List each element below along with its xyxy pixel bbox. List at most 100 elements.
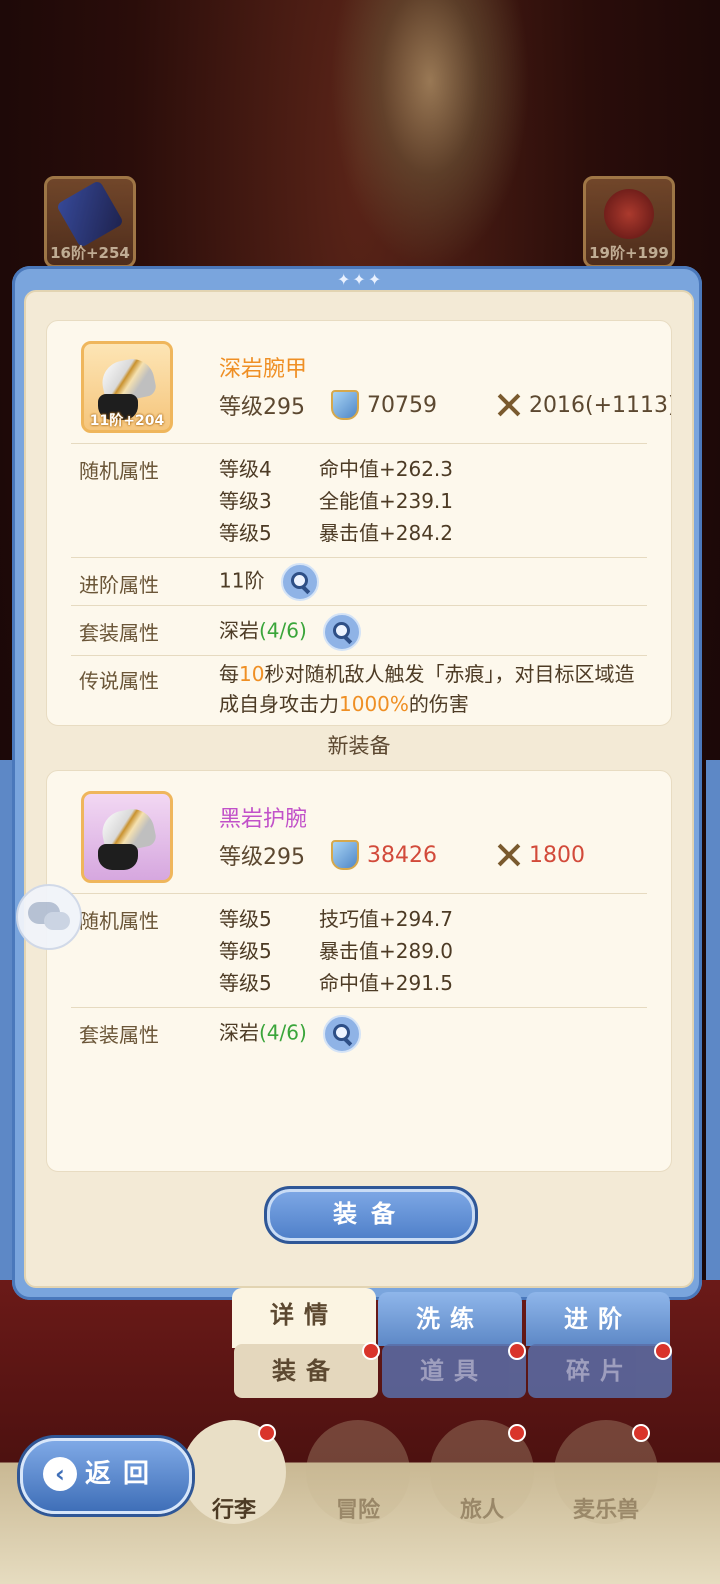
attr-line: 等级5 命中值+291.5: [219, 967, 453, 999]
subtab-equip[interactable]: 装备: [234, 1344, 378, 1398]
new-equipment-title: 新装备: [327, 734, 391, 758]
notification-dot: [362, 1342, 380, 1360]
divider: [71, 893, 647, 894]
chat-button[interactable]: [16, 884, 82, 950]
divider: [71, 557, 647, 558]
divider: [71, 1007, 647, 1008]
notification-dot: [258, 1424, 276, 1442]
attr-level: 等级5: [219, 907, 272, 931]
item-icon[interactable]: [81, 791, 173, 883]
attr-line: 等级4 命中值+262.3: [219, 453, 453, 485]
attr-level: 等级3: [219, 489, 272, 513]
attr-text: 命中值+291.5: [319, 971, 454, 995]
new-item-card[interactable]: 黑岩护腕 等级295 38426 1800 随机属性 等级5 技巧值+294.7…: [46, 770, 672, 1172]
set-progress: (4/6): [259, 1020, 307, 1045]
shield-icon: [331, 840, 359, 870]
side-panel-right: [706, 760, 720, 1360]
attr-text: 命中值+262.3: [319, 457, 454, 481]
back-arrow-icon: ‹: [43, 1457, 77, 1491]
attr-text: 技巧值+294.7: [319, 907, 454, 931]
attr-text: 全能值+239.1: [319, 489, 454, 513]
attr-level: 等级5: [219, 521, 272, 545]
attr-level: 等级5: [219, 971, 272, 995]
nav-label: 行李: [211, 1498, 256, 1523]
defense-value: 38426: [367, 842, 437, 868]
hero-character: [330, 0, 530, 270]
advance-value: 11阶: [219, 568, 265, 593]
set-attr-label: 套装属性: [79, 1023, 159, 1047]
divider: [71, 443, 647, 444]
gauntlet-hand-icon: [98, 844, 138, 870]
attr-text: 暴击值+284.2: [319, 521, 454, 545]
dialog-body: 11阶+204 深岩腕甲 等级295 70759 2016(+1113) 随机属…: [24, 290, 694, 1288]
swords-icon: [495, 841, 523, 869]
item-name: 黑岩护腕: [219, 807, 308, 832]
set-name: 深岩: [219, 1020, 259, 1045]
item-name: 深岩腕甲: [219, 357, 308, 382]
zoom-icon[interactable]: [323, 1015, 362, 1053]
notification-dot: [508, 1424, 526, 1442]
divider: [71, 605, 647, 606]
nav-label: 旅人: [459, 1498, 504, 1523]
attr-level: 等级5: [219, 939, 272, 963]
notification-dot: [508, 1342, 526, 1360]
advance-attr-label: 进阶属性: [79, 573, 159, 597]
random-attr-list: 等级5 技巧值+294.7 等级5 暴击值+289.0 等级5 命中值+291.…: [219, 903, 453, 999]
legend-part: 的伤害: [408, 692, 469, 716]
item-level: 等级295: [219, 845, 305, 870]
tab-advance[interactable]: 进阶: [526, 1292, 670, 1346]
nav-label: 冒险: [335, 1498, 380, 1523]
weapon-icon: [55, 179, 125, 249]
legend-number: 1000%: [339, 692, 409, 716]
legend-part: 每: [219, 662, 239, 686]
item-stats: 等级295 70759 2016(+1113): [219, 389, 672, 421]
random-attr-label: 随机属性: [79, 459, 159, 483]
equip-slot-helmet[interactable]: 19阶+199: [583, 176, 675, 268]
swords-icon: [495, 391, 523, 419]
attr-line: 等级3 全能值+239.1: [219, 485, 453, 517]
divider: [71, 655, 647, 656]
zoom-icon[interactable]: [323, 613, 362, 651]
shield-icon: [331, 390, 359, 420]
set-attr: 深岩(4/6): [219, 1015, 362, 1053]
set-attr: 深岩(4/6): [219, 613, 362, 651]
notification-dot: [654, 1342, 672, 1360]
tab-details[interactable]: 详情: [232, 1288, 376, 1348]
advance-attr: 11阶: [219, 563, 319, 601]
set-name: 深岩: [219, 618, 259, 643]
legend-number: 10: [239, 662, 265, 686]
tab-refine[interactable]: 洗练: [378, 1292, 522, 1346]
attr-text: 暴击值+289.0: [319, 939, 454, 963]
item-icon-level: 11阶+204: [89, 413, 165, 429]
attack-value: 1800: [529, 842, 585, 868]
equipment-compare-dialog: ✦✦✦ 11阶+204 深岩腕甲 等级295 70759 2016(+1113)…: [12, 266, 702, 1300]
chat-bubble-icon: [44, 912, 70, 930]
legend-attr-text: 每10秒对随机敌人触发「赤痕」，对目标区域造成自身攻击力1000%的伤害: [219, 659, 639, 719]
subtab-fragments[interactable]: 碎片: [528, 1344, 672, 1398]
slot-level: 16阶+254: [50, 244, 130, 262]
slot-level: 19阶+199: [589, 244, 669, 262]
attr-line: 等级5 技巧值+294.7: [219, 903, 453, 935]
current-item-card[interactable]: 11阶+204 深岩腕甲 等级295 70759 2016(+1113) 随机属…: [46, 320, 672, 726]
random-attr-list: 等级4 命中值+262.3 等级3 全能值+239.1 等级5 暴击值+284.…: [219, 453, 453, 549]
helmet-icon: [604, 189, 654, 239]
nav-adventure[interactable]: 冒险: [304, 1420, 412, 1540]
defense-value: 70759: [367, 392, 437, 418]
subtab-items[interactable]: 道具: [382, 1344, 526, 1398]
attack-value: 2016(+1113): [529, 392, 672, 418]
equip-slot-weapon[interactable]: 16阶+254: [44, 176, 136, 268]
legend-attr-label: 传说属性: [79, 669, 159, 693]
set-progress: (4/6): [259, 618, 307, 643]
attr-level: 等级4: [219, 457, 272, 481]
ornament-icon: ✦✦✦: [337, 270, 384, 289]
notification-dot: [632, 1424, 650, 1442]
equip-button[interactable]: 装备: [264, 1186, 478, 1244]
item-level: 等级295: [219, 395, 305, 420]
item-icon[interactable]: 11阶+204: [81, 341, 173, 433]
nav-label: 麦乐兽: [572, 1498, 639, 1523]
zoom-icon[interactable]: [280, 563, 319, 601]
random-attr-label: 随机属性: [79, 909, 159, 933]
back-button[interactable]: ‹ 返回: [20, 1438, 192, 1514]
back-label: 返回: [85, 1459, 162, 1489]
attr-line: 等级5 暴击值+284.2: [219, 517, 453, 549]
